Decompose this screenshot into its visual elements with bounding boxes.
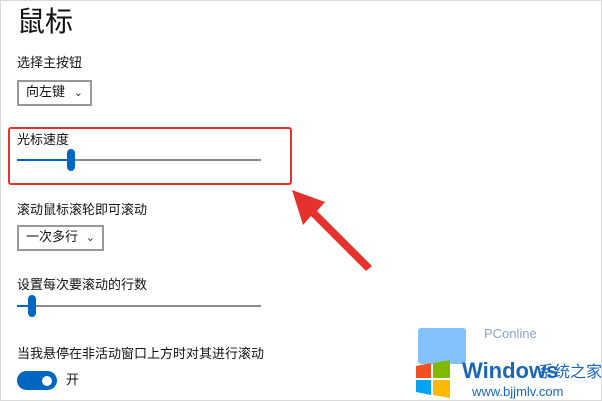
windows-logo-icon [416,360,450,398]
pconline-logo-icon [418,328,466,364]
watermark-site: PConline [484,326,537,341]
watermark-url: www.bjjmlv.com [472,384,564,399]
watermark-brand-suffix: 系统之家 [538,362,602,381]
watermark: PConline Windows 系统之家 www.bjjmlv.com [404,322,602,401]
